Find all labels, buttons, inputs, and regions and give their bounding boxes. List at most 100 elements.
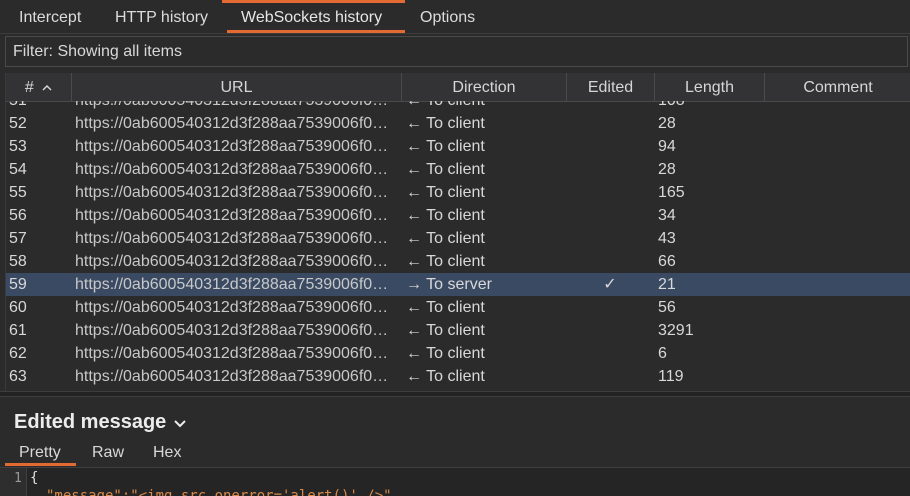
row-length: 3291 bbox=[658, 322, 694, 339]
table-row[interactable]: 56 https://0ab600540312d3f288aa7539006f0…… bbox=[6, 204, 910, 227]
row-length: 43 bbox=[658, 230, 676, 247]
code-line-2: "message":"<img src onerror='alert()' />… bbox=[46, 488, 392, 496]
row-number: 58 bbox=[9, 253, 27, 270]
active-tab-top-accent bbox=[222, 0, 405, 3]
row-url: https://0ab600540312d3f288aa7539006f0… bbox=[75, 322, 389, 339]
row-number: 54 bbox=[9, 161, 27, 178]
edited-message-title-text: Edited message bbox=[14, 411, 167, 433]
row-direction: ← To client bbox=[406, 345, 485, 362]
row-edited bbox=[566, 181, 654, 204]
row-length: 119 bbox=[658, 368, 684, 385]
sort-ascending-icon bbox=[42, 85, 52, 91]
row-length: 34 bbox=[658, 207, 676, 224]
code-line-1: { bbox=[30, 470, 39, 486]
row-edited bbox=[566, 227, 654, 250]
column-header-comment[interactable]: Comment bbox=[765, 73, 910, 101]
row-edited bbox=[566, 319, 654, 342]
row-number: 59 bbox=[9, 276, 27, 293]
panel-splitter[interactable] bbox=[0, 391, 910, 397]
active-subtab-underline bbox=[5, 463, 76, 466]
row-url: https://0ab600540312d3f288aa7539006f0… bbox=[75, 115, 389, 132]
row-direction: ← To client bbox=[406, 230, 485, 247]
row-number: 60 bbox=[9, 299, 27, 316]
row-url: https://0ab600540312d3f288aa7539006f0… bbox=[75, 184, 389, 201]
tab-intercept[interactable]: Intercept bbox=[19, 9, 81, 33]
row-edited bbox=[566, 342, 654, 365]
row-direction: ← To client bbox=[406, 184, 485, 201]
row-url: https://0ab600540312d3f288aa7539006f0… bbox=[75, 207, 389, 224]
subtab-hex[interactable]: Hex bbox=[153, 444, 181, 462]
row-direction: ← To client bbox=[406, 138, 485, 155]
row-length: 21 bbox=[658, 276, 676, 293]
message-editor[interactable]: 1 { "message":"<img src onerror='alert()… bbox=[0, 468, 910, 496]
column-header-length[interactable]: Length bbox=[655, 73, 765, 101]
table-row[interactable]: 52 https://0ab600540312d3f288aa7539006f0…… bbox=[6, 112, 910, 135]
column-header-url[interactable]: URL bbox=[72, 73, 402, 101]
row-url: https://0ab600540312d3f288aa7539006f0… bbox=[75, 276, 389, 293]
row-number: 56 bbox=[9, 207, 27, 224]
table-row[interactable]: 60 https://0ab600540312d3f288aa7539006f0…… bbox=[6, 296, 910, 319]
tab-http-history[interactable]: HTTP history bbox=[115, 9, 208, 33]
row-direction: ← To client bbox=[406, 368, 485, 385]
row-direction: ← To client bbox=[406, 101, 566, 112]
subtab-pretty[interactable]: Pretty bbox=[19, 444, 61, 462]
table-row-partial[interactable]: 51 https://0ab600540312d3f288aa7539006f0… bbox=[6, 101, 910, 112]
row-number: 53 bbox=[9, 138, 27, 155]
row-length: 165 bbox=[658, 184, 685, 201]
row-number: 62 bbox=[9, 345, 27, 362]
table-row[interactable]: 54 https://0ab600540312d3f288aa7539006f0…… bbox=[6, 158, 910, 181]
column-header-edited[interactable]: Edited bbox=[567, 73, 655, 101]
table-row[interactable]: 61 https://0ab600540312d3f288aa7539006f0…… bbox=[6, 319, 910, 342]
table-row[interactable]: 55 https://0ab600540312d3f288aa7539006f0…… bbox=[6, 181, 910, 204]
row-direction: → To server bbox=[406, 276, 492, 293]
subtab-raw[interactable]: Raw bbox=[92, 444, 124, 462]
row-url: https://0ab600540312d3f288aa7539006f0… bbox=[75, 230, 389, 247]
row-direction: ← To client bbox=[406, 253, 485, 270]
row-url: https://0ab600540312d3f288aa7539006f0… bbox=[75, 345, 389, 362]
row-direction: ← To client bbox=[406, 115, 485, 132]
websockets-history-table: # URL Direction Edited Length Comment 51… bbox=[5, 73, 910, 391]
column-header-number[interactable]: # bbox=[6, 73, 72, 101]
row-number: 51 bbox=[9, 101, 69, 112]
row-length: 6 bbox=[658, 345, 667, 362]
row-edited bbox=[566, 296, 654, 319]
row-url: https://0ab600540312d3f288aa7539006f0… bbox=[75, 368, 389, 385]
row-direction: ← To client bbox=[406, 207, 485, 224]
active-tab-underline bbox=[227, 30, 405, 33]
line-number: 1 bbox=[14, 471, 22, 486]
filter-bar[interactable]: Filter: Showing all items bbox=[5, 36, 908, 67]
row-edited bbox=[566, 204, 654, 227]
tab-options[interactable]: Options bbox=[420, 9, 475, 33]
table-row[interactable]: 53 https://0ab600540312d3f288aa7539006f0…… bbox=[6, 135, 910, 158]
table-row[interactable]: 63 https://0ab600540312d3f288aa7539006f0…… bbox=[6, 365, 910, 388]
table-row[interactable]: 58 https://0ab600540312d3f288aa7539006f0…… bbox=[6, 250, 910, 273]
row-url: https://0ab600540312d3f288aa7539006f0… bbox=[75, 253, 389, 270]
table-body: 51 https://0ab600540312d3f288aa7539006f0… bbox=[6, 101, 910, 391]
edited-message-title[interactable]: Edited message bbox=[14, 411, 187, 434]
column-header-number-label: # bbox=[24, 79, 34, 96]
row-edited bbox=[566, 250, 654, 273]
column-header-direction[interactable]: Direction bbox=[402, 73, 567, 101]
row-url: https://0ab600540312d3f288aa7539006f0… bbox=[75, 101, 401, 112]
row-length: 108 bbox=[658, 101, 758, 112]
table-row[interactable]: 57 https://0ab600540312d3f288aa7539006f0…… bbox=[6, 227, 910, 250]
row-edited bbox=[566, 112, 654, 135]
row-direction: ← To client bbox=[406, 161, 485, 178]
row-edited bbox=[566, 158, 654, 181]
row-length: 66 bbox=[658, 253, 676, 270]
table-header: # URL Direction Edited Length Comment bbox=[6, 73, 910, 102]
table-row[interactable]: 59 https://0ab600540312d3f288aa7539006f0…… bbox=[6, 273, 910, 296]
line-gutter: 1 bbox=[0, 468, 27, 496]
row-number: 52 bbox=[9, 115, 27, 132]
row-edited: ✓ bbox=[603, 276, 617, 293]
table-row[interactable]: 62 https://0ab600540312d3f288aa7539006f0…… bbox=[6, 342, 910, 365]
row-length: 94 bbox=[658, 138, 676, 155]
row-number: 63 bbox=[9, 368, 27, 385]
row-number: 61 bbox=[9, 322, 27, 339]
row-url: https://0ab600540312d3f288aa7539006f0… bbox=[75, 299, 389, 316]
row-url: https://0ab600540312d3f288aa7539006f0… bbox=[75, 161, 389, 178]
row-edited bbox=[566, 135, 654, 158]
row-length: 56 bbox=[658, 299, 676, 316]
main-tab-bar: Intercept HTTP history WebSockets histor… bbox=[0, 0, 910, 34]
row-number: 55 bbox=[9, 184, 27, 201]
